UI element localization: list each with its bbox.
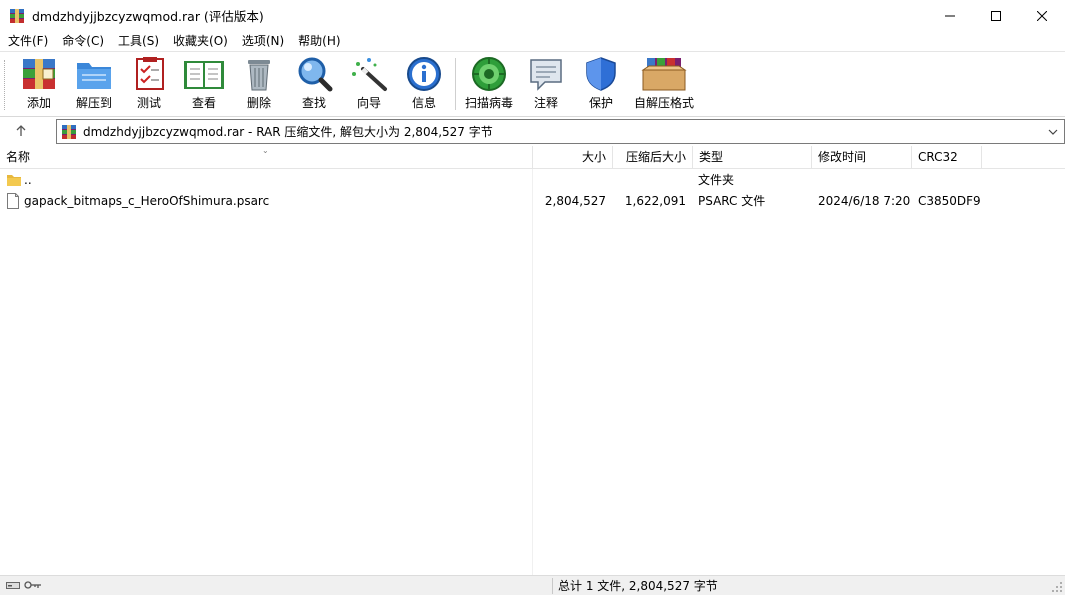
toolbar: 添加 解压到 测试 查看 删除 查找 向导 信息 扫描病毒 注释 保护 自解压格…: [0, 51, 1065, 117]
column-header-type[interactable]: 类型: [693, 146, 812, 169]
toolbar-grip[interactable]: [4, 60, 7, 110]
maximize-button[interactable]: [973, 0, 1019, 31]
row-type: PSARC 文件: [698, 194, 766, 208]
resize-grip-icon[interactable]: [1051, 581, 1063, 593]
wizard-button[interactable]: 向导: [349, 55, 389, 113]
address-row: dmdzhdyjjbzcyzwqmod.rar - RAR 压缩文件, 解包大小…: [0, 118, 1065, 145]
status-bar: 总计 1 文件, 2,804,527 字节: [0, 575, 1065, 595]
add-label: 添加: [26, 96, 51, 110]
magic-wand-icon: [349, 55, 389, 93]
add-button[interactable]: 添加: [19, 55, 59, 113]
status-separator: [552, 578, 553, 594]
scan-virus-button[interactable]: 扫描病毒: [463, 55, 515, 113]
row-type: 文件夹: [698, 173, 735, 187]
extract-label: 解压到: [75, 96, 112, 110]
column-name-label: 名称: [6, 150, 31, 164]
menu-help[interactable]: 帮助(H): [291, 31, 347, 51]
toolbar-separator: [455, 58, 456, 110]
comment-label: 注释: [533, 96, 558, 110]
extract-folder-icon: [74, 55, 114, 93]
table-row[interactable]: gapack_bitmaps_c_HeroOfShimura.psarc 2,8…: [0, 191, 1065, 212]
test-label: 测试: [136, 96, 161, 110]
extract-button[interactable]: 解压到: [74, 55, 114, 113]
column-header-modified[interactable]: 修改时间: [812, 146, 912, 169]
menu-commands[interactable]: 命令(C): [55, 31, 111, 51]
view-button[interactable]: 查看: [182, 55, 226, 113]
protect-label: 保护: [588, 96, 613, 110]
column-header-crc[interactable]: CRC32: [912, 146, 982, 169]
file-list: ⌄ 名称 大小 压缩后大小 类型 修改时间 CRC32 .. 文件夹 gapac…: [0, 146, 1065, 575]
address-dropdown-button[interactable]: [1045, 124, 1061, 140]
menu-file[interactable]: 文件(F): [1, 31, 55, 51]
menu-options[interactable]: 选项(N): [235, 31, 291, 51]
test-checklist-icon: [129, 55, 169, 93]
magnifier-icon: [294, 55, 334, 93]
file-icon: [6, 193, 22, 210]
arrow-up-icon: [16, 125, 26, 136]
column-crc-label: CRC32: [918, 150, 958, 164]
title-bar: dmdzhdyjjbzcyzwqmod.rar (评估版本): [0, 0, 1065, 31]
close-icon: [1037, 10, 1047, 21]
row-packed: 1,622,091: [624, 194, 686, 208]
drive-icon[interactable]: [6, 580, 20, 590]
maximize-icon: [991, 10, 1001, 21]
sfx-button[interactable]: 自解压格式: [633, 55, 695, 113]
delete-button[interactable]: 删除: [239, 55, 279, 113]
row-crc: C3850DF9: [918, 194, 981, 208]
column-modified-label: 修改时间: [818, 150, 867, 164]
find-button[interactable]: 查找: [294, 55, 334, 113]
address-text: dmdzhdyjjbzcyzwqmod.rar - RAR 压缩文件, 解包大小…: [83, 125, 493, 139]
status-text: 总计 1 文件, 2,804,527 字节: [558, 579, 718, 593]
column-header-name[interactable]: 名称: [0, 146, 533, 169]
shield-icon: [581, 55, 621, 93]
virus-scan-icon: [463, 55, 515, 93]
wizard-label: 向导: [356, 96, 381, 110]
scan-virus-label: 扫描病毒: [464, 96, 513, 110]
table-row[interactable]: .. 文件夹: [0, 170, 1065, 191]
menu-bar: 文件(F) 命令(C) 工具(S) 收藏夹(O) 选项(N) 帮助(H): [0, 31, 1065, 51]
info-label: 信息: [411, 96, 436, 110]
column-divider: [532, 169, 533, 575]
status-icons: [6, 580, 42, 590]
row-packed: [613, 170, 686, 191]
row-name: gapack_bitmaps_c_HeroOfShimura.psarc: [24, 194, 270, 208]
row-size: 2,804,527: [544, 194, 606, 208]
key-icon[interactable]: [24, 580, 42, 590]
menu-favorites[interactable]: 收藏夹(O): [166, 31, 235, 51]
archive-icon: [61, 124, 77, 140]
protect-button[interactable]: 保护: [581, 55, 621, 113]
info-button[interactable]: 信息: [404, 55, 444, 113]
sfx-label: 自解压格式: [633, 96, 694, 110]
close-button[interactable]: [1019, 0, 1065, 31]
view-label: 查看: [191, 96, 216, 110]
folder-icon: [6, 172, 22, 189]
comment-button[interactable]: 注释: [526, 55, 566, 113]
up-folder-button[interactable]: [10, 121, 32, 141]
view-book-icon: [182, 55, 226, 93]
column-type-label: 类型: [699, 150, 724, 164]
column-packed-label: 压缩后大小: [625, 150, 686, 164]
delete-label: 删除: [246, 96, 271, 110]
test-button[interactable]: 测试: [129, 55, 169, 113]
winrar-app-icon: [9, 8, 25, 24]
row-size: [533, 170, 606, 191]
info-icon: [404, 55, 444, 93]
window-title: dmdzhdyjjbzcyzwqmod.rar (评估版本): [32, 9, 264, 24]
row-name: ..: [24, 173, 32, 187]
minimize-button[interactable]: [927, 0, 973, 31]
sfx-box-icon: [633, 55, 695, 93]
column-header-packed[interactable]: 压缩后大小: [613, 146, 693, 169]
list-header: ⌄ 名称 大小 压缩后大小 类型 修改时间 CRC32: [0, 146, 1065, 169]
chevron-down-icon: [1048, 129, 1058, 135]
column-header-size[interactable]: 大小: [533, 146, 613, 169]
row-modified: 2024/6/18 7:20: [818, 194, 911, 208]
add-archive-icon: [19, 55, 59, 93]
find-label: 查找: [301, 96, 326, 110]
minimize-icon: [945, 15, 955, 16]
trash-icon: [239, 55, 279, 93]
address-bar[interactable]: dmdzhdyjjbzcyzwqmod.rar - RAR 压缩文件, 解包大小…: [56, 119, 1065, 144]
menu-tools[interactable]: 工具(S): [111, 31, 166, 51]
column-size-label: 大小: [581, 150, 606, 164]
comment-icon: [526, 55, 566, 93]
